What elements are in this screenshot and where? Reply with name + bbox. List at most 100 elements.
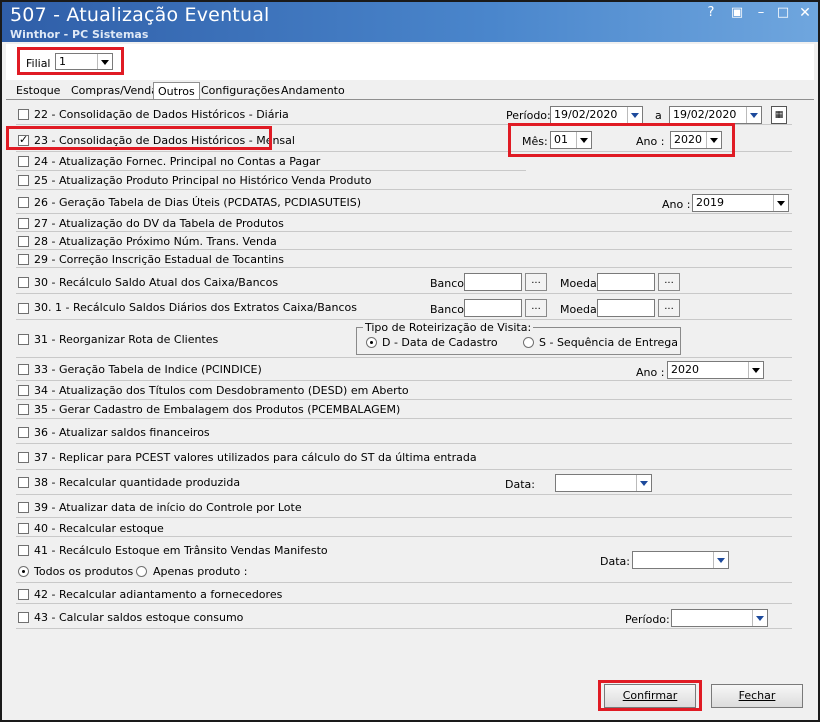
chevron-down-icon[interactable] (752, 610, 767, 626)
ano26-select[interactable]: 2019 (692, 194, 789, 212)
label-39: 39 - Atualizar data de início do Control… (34, 501, 302, 514)
ano26-label: Ano : (662, 198, 691, 211)
label-35: 35 - Gerar Cadastro de Embalagem dos Pro… (34, 403, 401, 416)
moeda-lookup-button-2[interactable]: ... (658, 299, 680, 317)
checkbox-26[interactable] (18, 197, 29, 208)
label-43: 43 - Calcular saldos estoque consumo (34, 611, 244, 624)
checkbox-24[interactable] (18, 156, 29, 167)
periodo-to-field[interactable]: 19/02/2020 (669, 106, 762, 124)
outros-panel: 22 - Consolidação de Dados Históricos - … (6, 100, 814, 712)
label-28: 28 - Atualização Próximo Núm. Trans. Ven… (34, 235, 277, 248)
restore-icon[interactable]: ▣ (728, 5, 746, 21)
ano33-select[interactable]: 2020 (667, 361, 764, 379)
checkbox-38[interactable] (18, 477, 29, 488)
checkbox-28[interactable] (18, 236, 29, 247)
banco-label: Banco (430, 277, 465, 290)
checkbox-34[interactable] (18, 385, 29, 396)
highlight-confirmar (598, 680, 702, 711)
checkbox-33[interactable] (18, 364, 29, 375)
window-title: 507 - Atualização Eventual (10, 4, 270, 26)
label-36: 36 - Atualizar saldos financeiros (34, 426, 210, 439)
chevron-down-icon[interactable] (636, 475, 651, 491)
periodo-to-value: 19/02/2020 (673, 108, 737, 121)
periodo-from-field[interactable]: 19/02/2020 (550, 106, 643, 124)
ano33-label: Ano : (636, 366, 665, 379)
label-26: 26 - Geração Tabela de Dias Úteis (PCDAT… (34, 196, 362, 209)
apenas-produto-radio[interactable] (136, 566, 147, 577)
apenas-produto-label: Apenas produto : (153, 565, 248, 578)
periodo-a-label: a (655, 109, 662, 122)
checkbox-22[interactable] (18, 109, 29, 120)
label-42: 42 - Recalcular adiantamento a fornecedo… (34, 588, 283, 601)
roteirizacao-label: Tipo de Roteirização de Visita: (363, 321, 534, 334)
rot-radio-d[interactable] (366, 337, 377, 348)
checkbox-39[interactable] (18, 502, 29, 513)
periodo-label: Período: (506, 109, 551, 122)
chevron-down-icon[interactable] (713, 552, 728, 568)
banco-field-2[interactable] (464, 299, 522, 317)
minimize-icon[interactable]: – (752, 5, 770, 21)
tab-outros[interactable]: Outros (153, 82, 200, 100)
moeda-field-2[interactable] (597, 299, 655, 317)
moeda-lookup-button[interactable]: ... (658, 273, 680, 291)
tab-andamento[interactable]: Andamento (277, 82, 349, 100)
chevron-down-icon[interactable] (627, 107, 642, 123)
data38-field[interactable] (555, 474, 652, 492)
periodo43-label: Período: (625, 613, 670, 626)
checkbox-43[interactable] (18, 612, 29, 623)
checkbox-30-1[interactable] (18, 303, 29, 314)
window-subtitle: Winthor - PC Sistemas (10, 28, 149, 41)
label-25: 25 - Atualização Produto Principal no Hi… (34, 174, 372, 187)
close-icon[interactable]: ✕ (796, 5, 814, 21)
label-41: 41 - Recálculo Estoque em Trânsito Venda… (34, 544, 328, 557)
checkbox-36[interactable] (18, 427, 29, 438)
checkbox-42[interactable] (18, 589, 29, 600)
periodo-from-value: 19/02/2020 (554, 108, 618, 121)
tab-estoque[interactable]: Estoque (12, 82, 64, 100)
maximize-icon[interactable]: □ (774, 5, 792, 21)
label-30: 30 - Recálculo Saldo Atual dos Caixa/Ban… (34, 276, 279, 289)
banco-lookup-button-2[interactable]: ... (525, 299, 547, 317)
checkbox-41[interactable] (18, 545, 29, 556)
chevron-down-icon[interactable] (748, 362, 763, 378)
moeda-label-2: Moeda (560, 303, 597, 316)
ano26-value: 2019 (696, 196, 724, 209)
checkbox-25[interactable] (18, 175, 29, 186)
title-bar: 507 - Atualização Eventual Winthor - PC … (2, 2, 818, 42)
checkbox-31[interactable] (18, 334, 29, 345)
chevron-down-icon[interactable] (746, 107, 761, 123)
periodo43-field[interactable] (671, 609, 768, 627)
moeda-field[interactable] (597, 273, 655, 291)
label-31: 31 - Reorganizar Rota de Clientes (34, 333, 219, 346)
checkbox-40[interactable] (18, 523, 29, 534)
ano33-value: 2020 (671, 363, 699, 376)
label-30-1: 30. 1 - Recálculo Saldos Diários dos Ext… (34, 301, 357, 314)
checkbox-29[interactable] (18, 254, 29, 265)
rot-opt1-label: D - Data de Cadastro (382, 336, 498, 349)
chevron-down-icon[interactable] (773, 195, 788, 211)
help-icon[interactable]: ? (702, 5, 720, 21)
checkbox-35[interactable] (18, 404, 29, 415)
data38-label: Data: (505, 478, 535, 491)
tab-bar: Estoque Compras/Vendas Outros Configuraç… (6, 82, 814, 100)
banco-field[interactable] (464, 273, 522, 291)
tab-configuracoes[interactable]: Configurações (197, 82, 284, 100)
todos-produtos-radio[interactable] (18, 566, 29, 577)
label-22: 22 - Consolidação de Dados Históricos - … (34, 108, 289, 121)
checkbox-37[interactable] (18, 452, 29, 463)
label-37: 37 - Replicar para PCEST valores utiliza… (34, 451, 477, 464)
highlight-filial (17, 47, 124, 75)
data41-label: Data: (600, 555, 630, 568)
banco-lookup-button[interactable]: ... (525, 273, 547, 291)
label-34: 34 - Atualização dos Títulos com Desdobr… (34, 384, 409, 397)
checkbox-30[interactable] (18, 277, 29, 288)
data41-field[interactable] (632, 551, 729, 569)
rot-radio-s[interactable] (523, 337, 534, 348)
todos-produtos-label: Todos os produtos (34, 565, 134, 578)
label-38: 38 - Recalcular quantidade produzida (34, 476, 241, 489)
label-27: 27 - Atualização do DV da Tabela de Prod… (34, 217, 284, 230)
checkbox-27[interactable] (18, 218, 29, 229)
calendar-icon[interactable]: ▦ (771, 106, 787, 124)
fechar-button[interactable]: Fechar (711, 684, 803, 708)
label-24: 24 - Atualização Fornec. Principal no Co… (34, 155, 321, 168)
